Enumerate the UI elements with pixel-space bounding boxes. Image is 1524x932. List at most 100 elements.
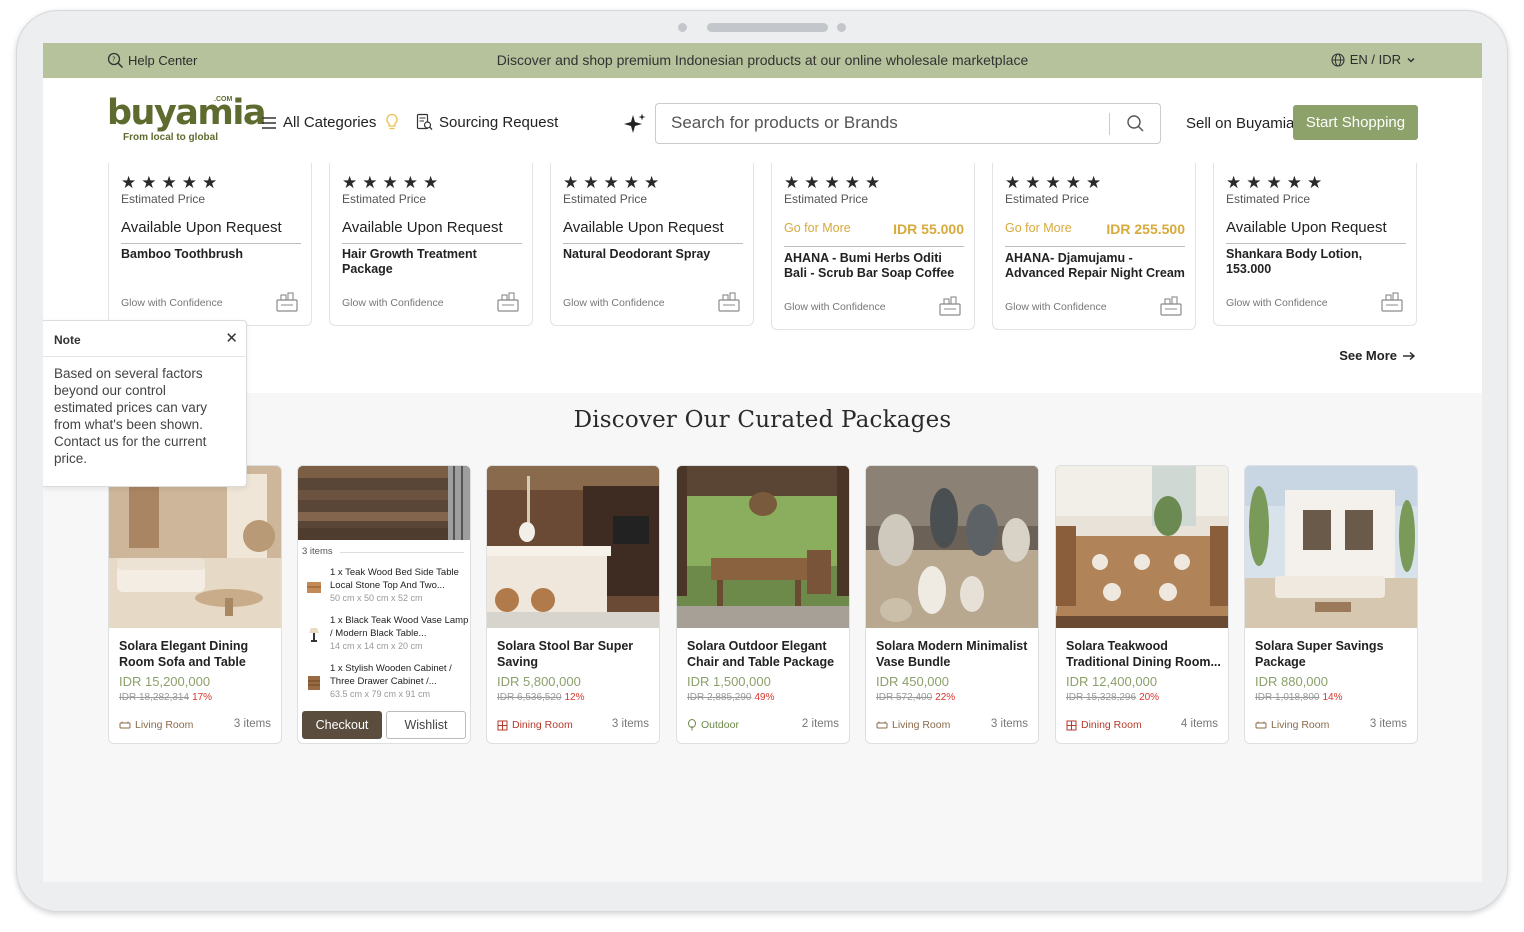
package-category[interactable]: Living Room [119,719,193,731]
tablet-frame: ? Help Center Discover and shop premium … [16,10,1508,912]
cabinet-thumb [308,676,320,690]
package-image [487,466,659,628]
product-name[interactable]: Natural Deodorant Spray [563,247,747,262]
search-input[interactable] [671,113,1091,133]
start-shopping-button[interactable]: Start Shopping [1293,105,1418,140]
package-original-price: IDR 572,400 22% [876,692,955,703]
product-name[interactable]: Shankara Body Lotion, 153.000 [1226,247,1410,277]
package-category[interactable]: Dining Room [1066,719,1142,731]
wholesale-bag-icon[interactable] [1159,295,1183,317]
see-more-link[interactable]: See More [1339,348,1416,363]
arrow-right-icon [1403,351,1416,360]
language-selector[interactable]: EN / IDR [1331,52,1416,67]
go-for-more-label: Go for More [1005,221,1072,235]
all-categories-menu[interactable]: All Categories [261,114,376,131]
package-card-hover[interactable]: 3 items 1 x Teak Wood Bed Side Table Loc… [297,465,471,744]
hover-item-count: 3 items [302,546,333,557]
package-name[interactable]: Solara Outdoor Elegant Chair and Table P… [687,638,845,670]
package-card[interactable]: Solara Outdoor Elegant Chair and Table P… [676,465,850,744]
note-title: Note [54,333,81,347]
logo-tagline: From local to global [123,132,219,143]
package-image [1056,466,1228,628]
product-name[interactable]: AHANA- Djamujamu - Advanced Repair Night… [1005,251,1189,281]
package-name[interactable]: Solara Super Savings Package [1255,638,1413,670]
go-for-more-label: Go for More [784,221,851,235]
package-item-count: 2 items [801,718,839,730]
original-price: IDR 572,400 [876,692,933,703]
package-card[interactable]: Solara Elegant Dining Room Sofa and Tabl… [108,465,282,744]
price-availability: Available Upon Request [1226,219,1406,244]
bedside-table-thumb [307,582,321,593]
package-card[interactable]: Solara Teakwood Traditional Dining Room.… [1055,465,1229,744]
product-name[interactable]: Hair Growth Treatment Package [342,247,526,277]
package-image [1245,466,1417,628]
logo-wordmark: buyamia [107,93,267,133]
product-price: IDR 255.500 [1106,221,1185,237]
package-name[interactable]: Solara Stool Bar Super Saving [497,638,655,670]
wholesale-bag-icon[interactable] [275,291,299,313]
package-price: IDR 12,400,000 [1066,674,1158,689]
product-card[interactable]: ★★★★★ Estimated Price Available Upon Req… [329,163,533,326]
package-item-count: 3 items [1369,718,1407,730]
vase-lamp-thumb [309,628,319,642]
package-price: IDR 15,200,000 [119,674,211,689]
main-content: ★★★★★ Estimated Price Available Upon Req… [43,163,1482,882]
all-categories-label: All Categories [283,114,377,131]
package-category[interactable]: Living Room [1255,719,1329,731]
product-name[interactable]: Bamboo Toothbrush [121,247,305,262]
package-card[interactable]: Solara Stool Bar Super Saving IDR 5,800,… [486,465,660,744]
price-note-popover: Note ✕ Based on several factors beyond o… [43,320,247,487]
chevron-down-icon [1407,57,1415,63]
package-name[interactable]: Solara Elegant Dining Room Sofa and Tabl… [119,638,277,670]
buyamia-logo[interactable]: buyamia .COM From local to global [107,93,267,143]
hover-item[interactable]: 1 x Stylish Wooden Cabinet / Three Drawe… [330,662,470,699]
package-category[interactable]: Dining Room [497,719,573,731]
note-divider [43,356,247,357]
sell-on-buyamia-link[interactable]: Sell on Buyamia [1186,115,1294,132]
package-name[interactable]: Solara Teakwood Traditional Dining Room.… [1066,638,1224,670]
original-price: IDR 2,885,290 [687,692,752,703]
product-card[interactable]: ★★★★★ Estimated Price Available Upon Req… [550,163,754,326]
product-card[interactable]: ★★★★★ Estimated Price Go for More IDR 55… [771,163,975,330]
search-icon[interactable] [1126,114,1145,133]
hover-item[interactable]: 1 x Black Teak Wood Vase Lamp / Modern B… [330,614,470,651]
discount-percent: 17% [192,692,213,703]
price-row: Go for More IDR 255.500 [1005,221,1185,247]
package-card[interactable]: Solara Modern Minimalist Vase Bundle IDR… [865,465,1039,744]
package-card[interactable]: Solara Super Savings Package IDR 880,000… [1244,465,1418,744]
package-name[interactable]: Solara Modern Minimalist Vase Bundle [876,638,1034,670]
close-icon[interactable]: ✕ [225,329,238,347]
package-category[interactable]: Living Room [876,719,950,731]
package-category[interactable]: Outdoor [687,719,739,731]
camera-bar [707,23,828,32]
package-price: IDR 5,800,000 [497,674,581,689]
wishlist-button[interactable]: Wishlist [386,711,466,739]
product-card[interactable]: ★★★★★ Estimated Price Available Upon Req… [1213,163,1417,326]
screen: ? Help Center Discover and shop premium … [43,43,1482,882]
globe-icon [1331,52,1345,67]
rating-stars: ★★★★★ [121,173,223,192]
wholesale-bag-icon[interactable] [938,295,962,317]
rating-stars: ★★★★★ [1005,173,1107,192]
rating-stars: ★★★★★ [342,173,444,192]
original-price: IDR 6,536,520 [497,692,562,703]
sourcing-request-link[interactable]: Sourcing Request [416,113,558,131]
tree-icon [688,719,696,731]
product-card[interactable]: ★★★★★ Estimated Price Available Upon Req… [108,163,312,326]
product-strip: ★★★★★ Estimated Price Available Upon Req… [43,163,1482,393]
sourcing-request-label: Sourcing Request [439,113,559,131]
product-card[interactable]: ★★★★★ Estimated Price Go for More IDR 25… [992,163,1196,330]
see-more-label: See More [1339,348,1397,363]
hover-item-dims: 50 cm x 50 cm x 52 cm [330,593,423,603]
estimated-price-label: Estimated Price [784,192,869,206]
wholesale-bag-icon[interactable] [717,291,741,313]
product-name[interactable]: AHANA - Bumi Herbs Oditi Bali - Scrub Ba… [784,251,968,281]
hover-item[interactable]: 1 x Teak Wood Bed Side Table Local Stone… [330,566,470,603]
wholesale-bag-icon[interactable] [496,291,520,313]
lightbulb-icon [385,113,399,136]
seller-name: Glow with Confidence [121,297,223,309]
ai-sparkle-icon[interactable] [623,112,647,141]
discount-percent: 12% [564,692,585,703]
checkout-button[interactable]: Checkout [302,711,382,739]
wholesale-bag-icon[interactable] [1380,291,1404,313]
